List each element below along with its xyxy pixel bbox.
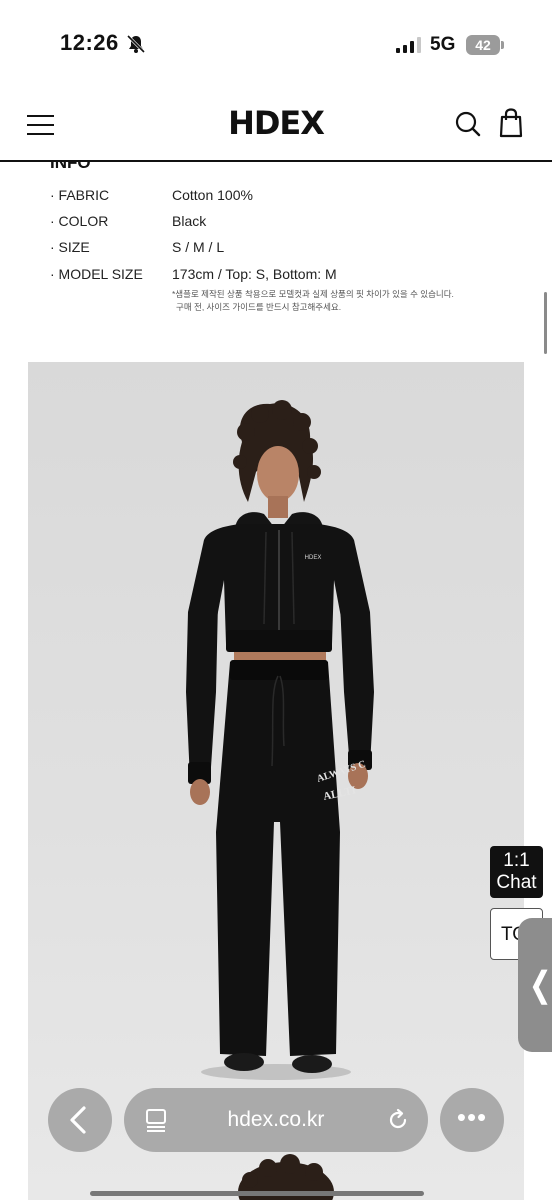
- battery-icon: [501, 41, 504, 49]
- info-label: · COLOR: [50, 213, 109, 229]
- info-row-color: · COLOR Black: [50, 213, 206, 229]
- chest-logo: HDEX: [305, 555, 322, 561]
- info-value: S / M / L: [172, 239, 225, 255]
- info-label: · FABRIC: [50, 187, 110, 203]
- chat-label-line-1: 1:1: [503, 850, 530, 871]
- side-drawer-tab[interactable]: ❬: [518, 918, 552, 1052]
- fit-note: *샘플로 제작된 상품 착용으로 모델컷과 실제 상품의 핏 차이가 있을 수 …: [172, 289, 454, 299]
- site-header: HDEX: [0, 90, 552, 162]
- info-row-model-size: · MODEL SIZE 173cm / Top: S, Bottom: M: [50, 266, 337, 282]
- bell-slash-icon: [126, 34, 146, 54]
- info-row-fabric: · FABRIC Cotton 100%: [50, 187, 253, 203]
- status-bar: 12:26 5G 42: [0, 0, 552, 90]
- home-indicator[interactable]: [90, 1191, 424, 1196]
- chat-button[interactable]: 1:1 Chat: [490, 846, 543, 898]
- search-icon[interactable]: [454, 110, 482, 138]
- reload-icon[interactable]: [386, 1108, 410, 1132]
- size-guide-note: 구매 전, 사이즈 가이드를 반드시 참고해주세요.: [176, 302, 342, 312]
- battery-level: 42: [466, 35, 500, 55]
- info-label: · MODEL SIZE: [50, 266, 143, 282]
- browser-more-button[interactable]: •••: [440, 1088, 504, 1152]
- info-value: Cotton 100%: [172, 187, 253, 203]
- status-time: 12:26: [60, 30, 119, 55]
- info-row-size: · SIZE S / M / L: [50, 239, 224, 255]
- address-bar[interactable]: hdex.co.kr: [124, 1088, 428, 1152]
- info-label: · SIZE: [50, 239, 90, 255]
- info-value: Black: [172, 213, 207, 229]
- url-text[interactable]: hdex.co.kr: [124, 1108, 428, 1132]
- browser-back-button[interactable]: [48, 1088, 112, 1152]
- signal-icon: [396, 37, 421, 53]
- product-photo: HDEX ALWAYS C ALLTI: [28, 362, 524, 1200]
- page-scrollbar[interactable]: [544, 292, 547, 354]
- shopping-bag-icon[interactable]: [498, 108, 524, 138]
- info-value: 173cm / Top: S, Bottom: M: [172, 266, 337, 282]
- network-type: 5G: [430, 34, 456, 55]
- model-figure: HDEX ALWAYS C ALLTI: [186, 400, 374, 1200]
- chat-label-line-2: Chat: [496, 872, 537, 893]
- chevron-left-icon: [70, 1106, 86, 1134]
